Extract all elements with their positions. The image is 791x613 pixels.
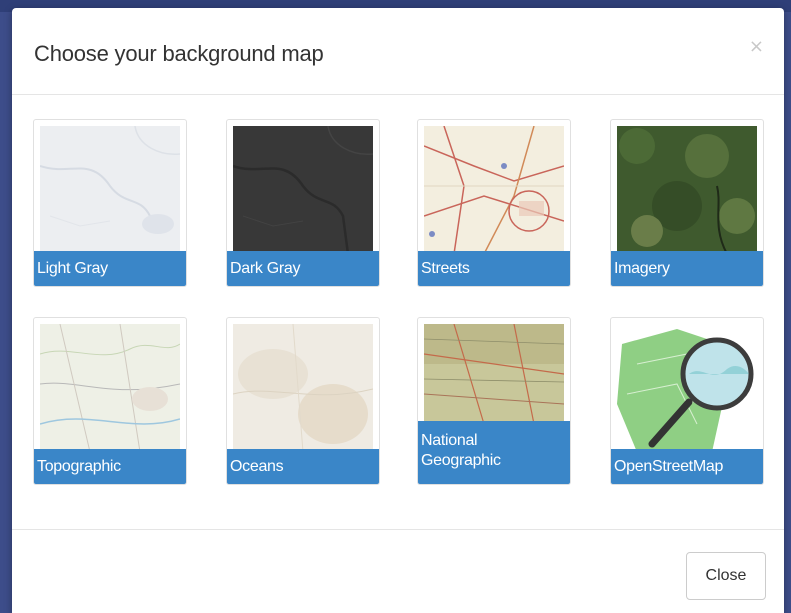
topographic-map-thumbnail [40,324,180,452]
dialog-footer: Close [12,529,784,613]
basemap-label: National Geographic [418,421,570,484]
basemap-label: Topographic [34,449,186,484]
basemap-label-line: National [421,432,478,449]
basemap-tile-dark-gray[interactable]: Dark Gray [226,119,380,287]
dialog-title: Choose your background map [34,41,324,66]
basemap-label: Oceans [227,449,379,484]
close-button[interactable]: Close [686,552,766,600]
basemap-tile-streets[interactable]: Streets [417,119,571,287]
basemap-label: OpenStreetMap [611,449,763,484]
basemap-label: Light Gray [34,251,186,286]
close-icon[interactable]: × [749,36,764,57]
basemap-tile-light-gray[interactable]: Light Gray [33,119,187,287]
oceans-map-thumbnail [233,324,373,452]
dark-gray-map-thumbnail [233,126,373,254]
basemap-tile-oceans[interactable]: Oceans [226,317,380,485]
dialog-header: Choose your background map × [12,8,784,95]
streets-map-thumbnail [424,126,564,254]
basemap-tile-imagery[interactable]: Imagery [610,119,764,287]
light-gray-map-thumbnail [40,126,180,254]
basemap-tile-openstreetmap[interactable]: OpenStreetMap [610,317,764,485]
basemap-dialog: Choose your background map × Light Gray [12,8,784,613]
imagery-map-thumbnail [617,126,757,254]
basemap-gallery: Light Gray Dark Gray Streets Imagery Top… [12,95,784,527]
basemap-label: Imagery [611,251,763,286]
basemap-tile-national-geographic[interactable]: National Geographic [417,317,571,485]
basemap-tile-topographic[interactable]: Topographic [33,317,187,485]
basemap-label-line: Geographic [421,452,501,469]
basemap-label: Dark Gray [227,251,379,286]
openstreetmap-logo [617,324,757,452]
basemap-label: Streets [418,251,570,286]
